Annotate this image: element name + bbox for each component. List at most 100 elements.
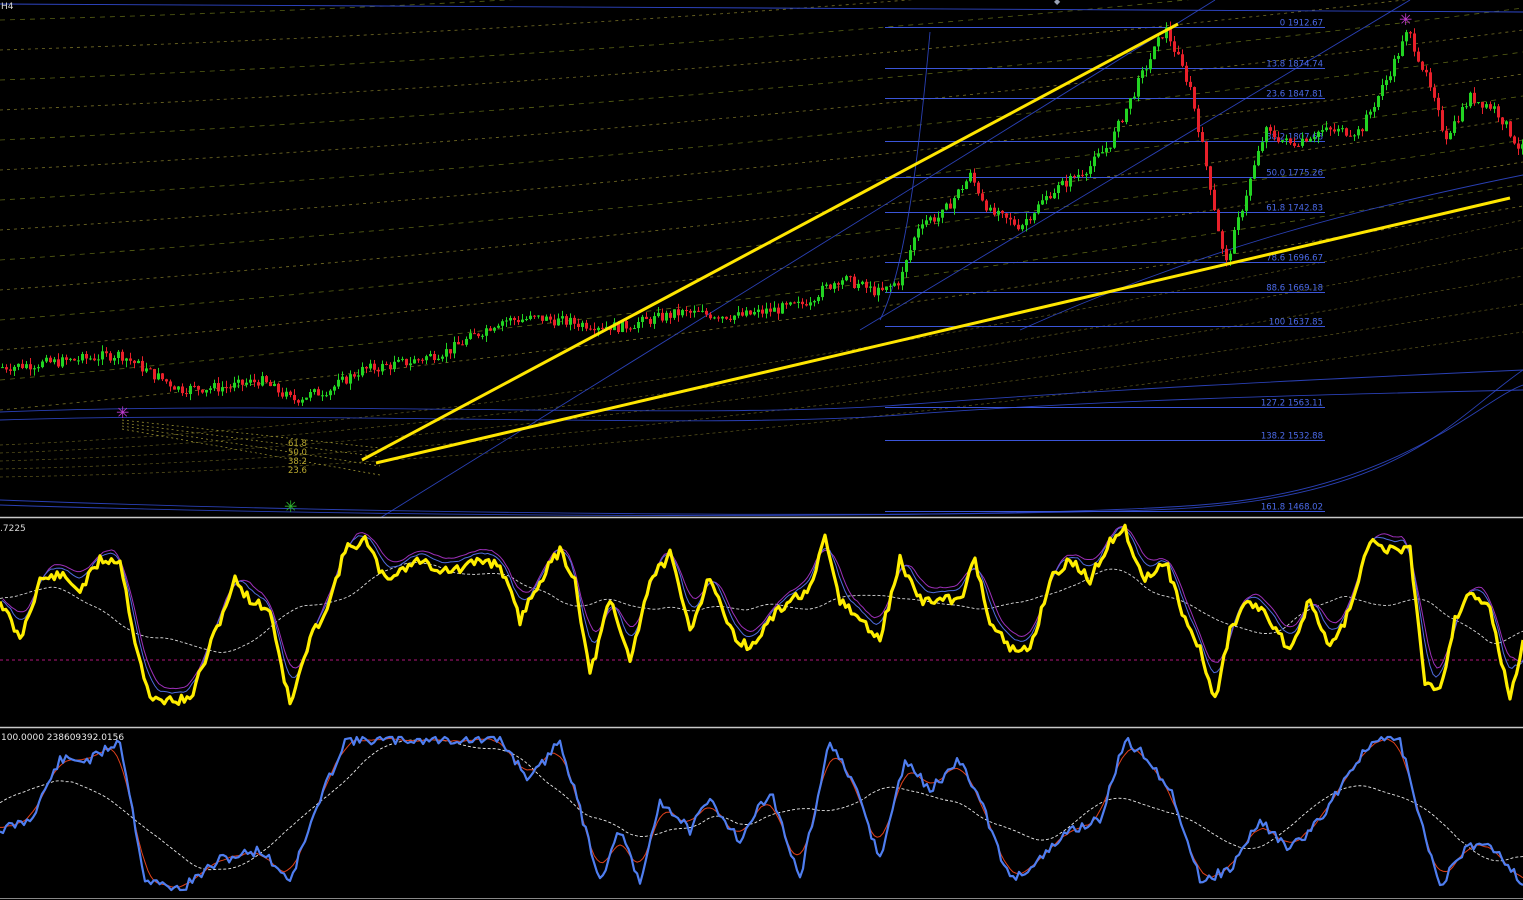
small-fib-label: 23.6 <box>288 466 307 476</box>
candle-body <box>485 328 488 336</box>
fib-level-label: 127.2 1563.11 <box>1261 399 1323 409</box>
candle-body <box>121 351 124 361</box>
candle-body <box>913 237 916 251</box>
candle-body <box>865 281 868 288</box>
candle-body <box>1161 37 1164 39</box>
candle-body <box>697 310 700 312</box>
candle-body <box>429 354 432 357</box>
candle-body <box>1385 80 1388 86</box>
candle-body <box>413 359 416 364</box>
candle-body <box>1173 41 1176 52</box>
candle-body <box>73 358 76 361</box>
candle-body <box>1213 189 1216 211</box>
candle-body <box>21 363 24 369</box>
candle-body <box>889 285 892 287</box>
candle-body <box>1133 96 1136 99</box>
candle-body <box>65 357 68 360</box>
candle-body <box>285 391 288 397</box>
candle-body <box>1493 106 1496 109</box>
candle-body <box>1153 46 1156 60</box>
candle-body <box>77 360 80 362</box>
candle-body <box>425 356 428 361</box>
candle-body <box>1233 230 1236 254</box>
candle-body <box>105 351 108 354</box>
candle-body <box>465 338 468 345</box>
candle-body <box>1089 166 1092 174</box>
candle-body <box>217 383 220 392</box>
candle-body <box>1237 217 1240 231</box>
trading-chart[interactable]: 0 1912.6713.8 1874.7423.6 1847.8138.2 18… <box>0 0 1523 900</box>
fib-level-label: 138.2 1532.88 <box>1261 432 1323 442</box>
candle-body <box>729 318 732 320</box>
candle-body <box>405 358 408 366</box>
candle-body <box>373 363 376 370</box>
osc1-header: .7225 <box>0 524 26 534</box>
candle-body <box>329 390 332 396</box>
candle-body <box>161 373 164 380</box>
candle-body <box>1337 128 1340 132</box>
candle-body <box>901 271 904 286</box>
fib-level-label: 161.8 1468.02 <box>1261 503 1323 513</box>
candle-body <box>601 327 604 329</box>
candle-body <box>1461 106 1464 122</box>
candle-body <box>785 303 788 305</box>
candle-body <box>1417 51 1420 62</box>
candle-body <box>1269 127 1272 131</box>
candle-body <box>197 385 200 390</box>
candle-body <box>1025 219 1028 226</box>
fractal-top-icon: ✳ <box>1399 10 1412 29</box>
candle-body <box>793 302 796 304</box>
candle-body <box>937 217 940 222</box>
fib-level-label: 100 1637.85 <box>1269 318 1323 328</box>
candle-body <box>1353 135 1356 137</box>
candle-body <box>445 349 448 357</box>
candle-body <box>1073 175 1076 178</box>
candle-body <box>369 363 372 369</box>
candle-body <box>81 353 84 361</box>
candle-body <box>209 388 212 390</box>
candle-body <box>981 193 984 201</box>
candle-body <box>13 366 16 371</box>
candle-body <box>1273 130 1276 138</box>
candle-body <box>829 284 832 289</box>
candle-body <box>325 395 328 397</box>
candle-body <box>193 385 196 387</box>
candle-body <box>389 364 392 370</box>
candle-body <box>1489 104 1492 109</box>
candle-body <box>457 342 460 345</box>
candle-body <box>453 342 456 354</box>
candle-body <box>513 317 516 321</box>
fib-level-label: 61.8 1742.83 <box>1266 204 1323 214</box>
candle-body <box>1085 173 1088 176</box>
candle-body <box>189 385 192 395</box>
candle-body <box>1469 92 1472 107</box>
candle-body <box>309 392 312 398</box>
candle-body <box>97 359 100 361</box>
candle-body <box>1033 213 1036 221</box>
candle-body <box>529 315 532 320</box>
candle-body <box>233 382 236 388</box>
candle-body <box>1441 110 1444 131</box>
candle-body <box>1209 166 1212 190</box>
candle-body <box>509 317 512 321</box>
candle-body <box>665 312 668 321</box>
candle-body <box>1333 129 1336 132</box>
candle-body <box>1321 130 1324 132</box>
candle-body <box>1405 32 1408 42</box>
candle-body <box>1117 120 1120 132</box>
candle-body <box>1509 121 1512 137</box>
candle-body <box>1137 77 1140 97</box>
candle-body <box>1409 32 1412 34</box>
candle-body <box>657 312 660 317</box>
candle-body <box>817 297 820 302</box>
candle-body <box>1265 127 1268 143</box>
candle-body <box>137 360 140 364</box>
candle-body <box>93 358 96 361</box>
candle-body <box>1445 130 1448 140</box>
candle-body <box>861 281 864 284</box>
candle-body <box>565 316 568 325</box>
candle-body <box>493 327 496 331</box>
candle-body <box>49 357 52 363</box>
candle-body <box>1289 138 1292 144</box>
candle-body <box>1297 145 1300 147</box>
